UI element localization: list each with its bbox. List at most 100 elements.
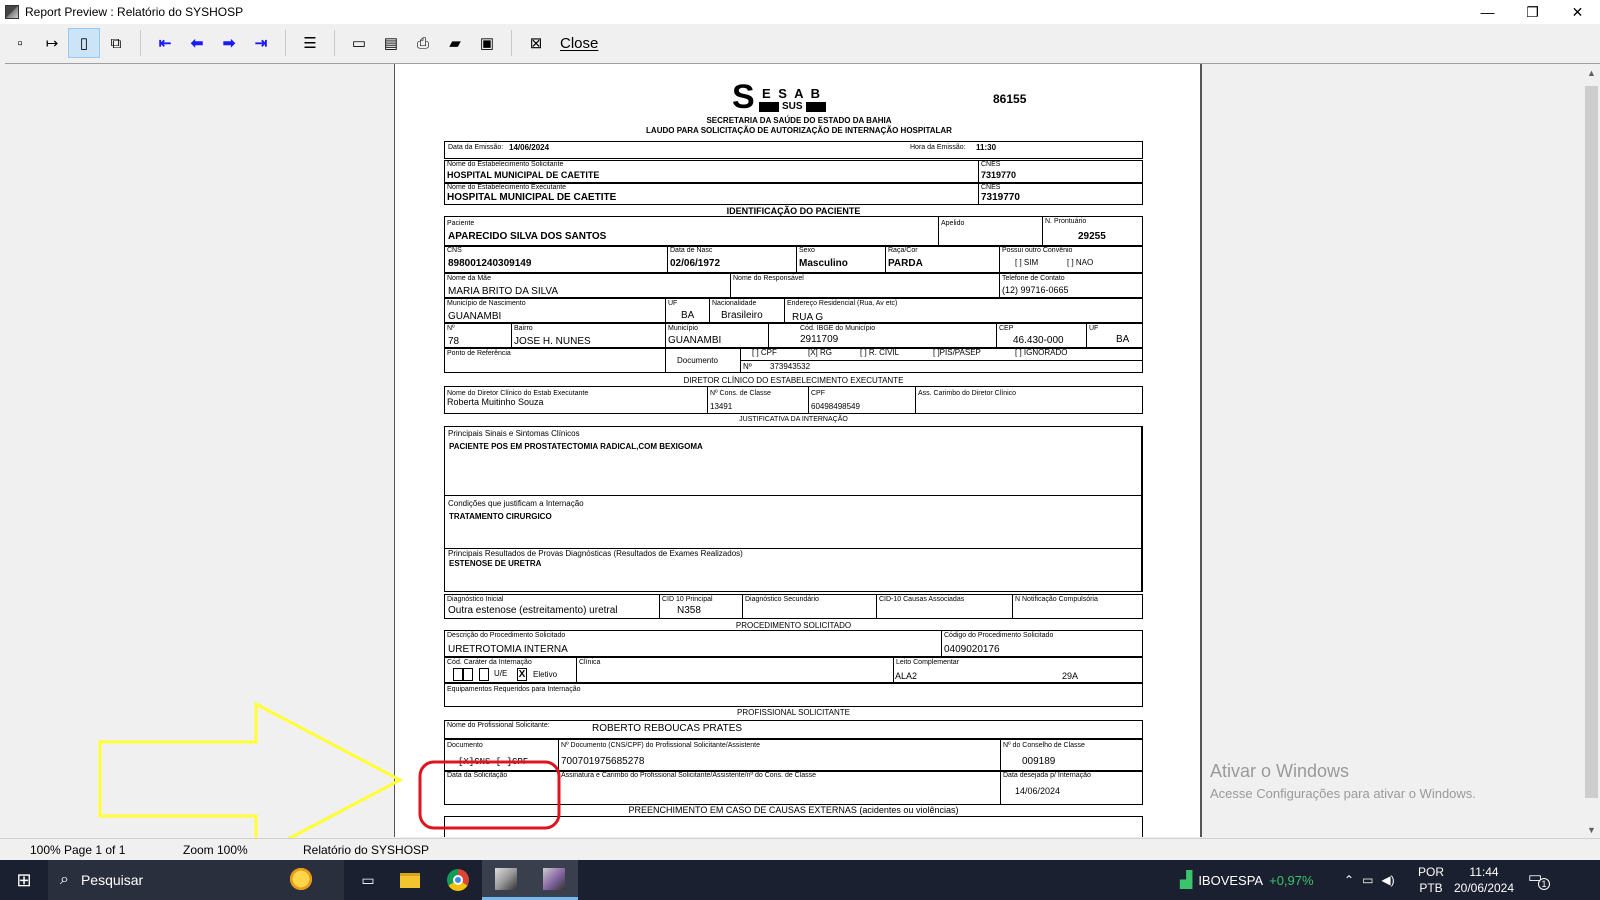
window-title-bar: Report Preview : Relatório do SYSHOSP — … [0, 0, 1600, 24]
diretor-cpf: 60498498549 [811, 402, 860, 411]
close-window-button[interactable]: ✕ [1555, 0, 1600, 24]
sesab-logo: S E S A B SUS [732, 78, 842, 116]
diretor-nome: Roberta Muitinho Souza [447, 397, 544, 407]
report-preview-app-icon[interactable] [530, 860, 578, 900]
page-width-icon[interactable]: ↦ [36, 28, 68, 58]
ibge: 2911709 [800, 334, 839, 345]
data-desejada: 14/06/2024 [1015, 786, 1061, 796]
chrome-icon[interactable] [434, 860, 482, 900]
doc-numero: 373943532 [770, 362, 811, 371]
sexo: Masculino [799, 258, 848, 269]
last-page-icon[interactable]: ⇥ [245, 28, 277, 58]
section-paciente: IDENTIFICAÇÃO DO PACIENTE [726, 206, 861, 216]
windows-start-icon[interactable]: ⊞ [0, 860, 48, 900]
page-setup-icon[interactable]: ▭ [343, 28, 375, 58]
status-bar: 100% Page 1 of 1 Zoom 100% Relatório do … [0, 838, 1600, 860]
language-indicator[interactable]: POR PTB [1418, 864, 1444, 896]
app-icon [5, 5, 19, 19]
condicoes: TRATAMENTO CIRURGICO [449, 512, 552, 521]
syshosp-app-icon[interactable] [482, 860, 530, 900]
status-zoom-pct: 100% [30, 843, 61, 857]
restore-button[interactable]: ❐ [1510, 0, 1555, 24]
report-page: S E S A B SUS 86155 SECRETARIA DA SAÚDE … [394, 64, 1202, 837]
estab-executante: HOSPITAL MUNICIPAL DE CAETITE [447, 192, 617, 203]
close-preview-icon[interactable]: ⊠ [520, 28, 552, 58]
procedimento-codigo: 0409020176 [944, 644, 1000, 655]
section-justificativa: JUSTIFICATIVA DA INTERNAÇÃO [739, 416, 848, 423]
prev-page-icon[interactable]: ⬅ [181, 28, 213, 58]
vertical-scrollbar[interactable]: ▲ ▼ [1583, 64, 1600, 837]
minimize-button[interactable]: — [1465, 0, 1510, 24]
window-title: Report Preview : Relatório do SYSHOSP [25, 5, 244, 19]
data-emissao: 14/06/2024 [509, 143, 550, 152]
clock[interactable]: 11:44 20/06/2024 [1448, 864, 1520, 896]
notification-count: 1 [1538, 878, 1550, 890]
open-folder-icon[interactable]: ▰ [439, 28, 471, 58]
profissional-documento-numero: 700701975685278 [561, 756, 645, 767]
diagnostico-inicial: Outra estenose (estreitamento) uretral [448, 605, 618, 616]
status-report-name: Relatório do SYSHOSP [303, 843, 430, 857]
cid-principal: N358 [677, 605, 701, 616]
file-explorer-icon[interactable] [386, 860, 434, 900]
nome-mae: MARIA BRITO DA SILVA [448, 286, 559, 297]
preview-viewport: S E S A B SUS 86155 SECRETARIA DA SAÚDE … [5, 63, 1600, 837]
resultados: ESTENOSE DE URETRA [449, 559, 542, 568]
volume-icon[interactable]: ◀) [1381, 873, 1394, 887]
report-number: 86155 [993, 92, 1027, 106]
task-view-icon[interactable]: ▭ [344, 860, 392, 900]
status-zoom: Zoom 100% [183, 843, 248, 857]
taskbar: ⊞ ⌕ Pesquisar ▭ ▟ IBOVESPA +0,97% ⌃ ▭ ◀)… [0, 860, 1600, 900]
full-page-icon[interactable]: ▯ [68, 28, 100, 58]
cns: 898001240309149 [448, 258, 532, 269]
leito: ALA2 [895, 671, 918, 681]
tray-chevron-icon[interactable]: ⌃ [1344, 873, 1354, 887]
hora-emissao: 11:30 [976, 143, 997, 152]
stock-change: +0,97% [1269, 872, 1314, 888]
telefone: (12) 99716-0665 [1002, 285, 1069, 295]
section-causas-externas: PREENCHIMENTO EM CASO DE CAUSAS EXTERNAS… [628, 805, 959, 815]
toolbar: ▫ ↦ ▯ ⧉ ⇤ ⬅ ➡ ⇥ ☰ ▭ ▤ ⎙ ▰ ▣ ⊠ Close [0, 24, 1600, 62]
goto-page-icon[interactable]: ☰ [294, 28, 326, 58]
cnes-executante: 7319770 [981, 192, 1020, 203]
conselho-classe: 009189 [1022, 756, 1056, 767]
secretaria-heading: SECRETARIA DA SAÚDE DO ESTADO DA BAHIA [706, 116, 892, 125]
print-icon[interactable]: ⎙ [407, 28, 439, 58]
section-profissional: PROFISSIONAL SOLICITANTE [737, 708, 850, 717]
laudo-heading: LAUDO PARA SOLICITAÇÃO DE AUTORIZAÇÃO DE… [646, 126, 952, 135]
municipio-nascimento: GUANAMBI [448, 311, 502, 322]
endereco: RUA G [792, 312, 824, 323]
scroll-up-icon[interactable]: ▲ [1583, 64, 1600, 81]
stock-name[interactable]: IBOVESPA [1198, 873, 1263, 888]
single-page-icon[interactable]: ▫ [4, 28, 36, 58]
search-icon: ⌕ [60, 871, 69, 888]
paciente-nome: APARECIDO SILVA DOS SANTOS [448, 231, 607, 242]
save-icon[interactable]: ▣ [471, 28, 503, 58]
raca: PARDA [888, 258, 923, 269]
sinais-sintomas: PACIENTE POS EM PROSTATECTOMIA RADICAL,C… [449, 442, 703, 451]
scroll-thumb[interactable] [1585, 86, 1598, 798]
weather-icon [288, 866, 314, 892]
bairro: JOSE H. NUNES [514, 336, 591, 347]
next-page-icon[interactable]: ➡ [213, 28, 245, 58]
activation-watermark-subtitle: Acesse Configurações para ativar o Windo… [1210, 786, 1476, 801]
activation-watermark-title: Ativar o Windows [1210, 761, 1350, 781]
data-nasc: 02/06/1972 [670, 258, 721, 269]
stock-chart-icon: ▟ [1180, 872, 1193, 889]
estab-solicitante: HOSPITAL MUNICIPAL DE CAETITE [447, 170, 600, 180]
section-diretor: DIRETOR CLÍNICO DO ESTABELECIMENTO EXECU… [683, 376, 904, 385]
first-page-icon[interactable]: ⇤ [149, 28, 181, 58]
procedimento-descricao: URETROTOMIA INTERNA [448, 644, 568, 655]
scroll-down-icon[interactable]: ▼ [1583, 821, 1600, 837]
notification-icon[interactable]: ▭ 1 [1528, 868, 1550, 890]
taskbar-search[interactable]: ⌕ Pesquisar [48, 860, 344, 900]
municipio: GUANAMBI [668, 335, 722, 346]
network-icon[interactable]: ▭ [1362, 873, 1373, 887]
multi-page-icon[interactable]: ⧉ [100, 28, 132, 58]
cep: 46.430-000 [1013, 335, 1064, 346]
printer-setup-icon[interactable]: ▤ [375, 28, 407, 58]
section-procedimento: PROCEDIMENTO SOLICITADO [735, 621, 852, 630]
cnes-solicitante: 7319770 [981, 170, 1017, 180]
prontuario: 29255 [1078, 231, 1106, 242]
status-page: Page 1 of 1 [64, 843, 126, 857]
close-button[interactable]: Close [560, 35, 598, 52]
